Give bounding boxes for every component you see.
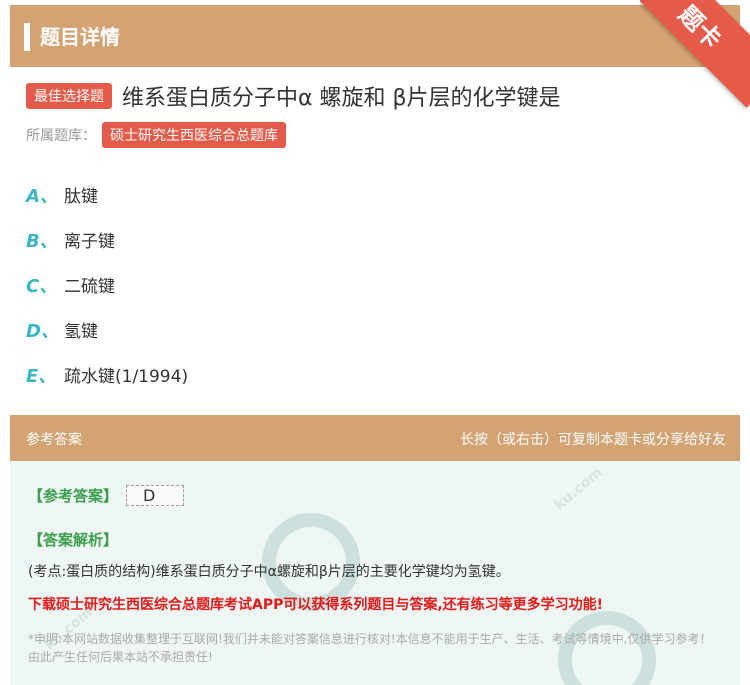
answer-tag: 【参考答案】 (28, 487, 119, 505)
answer-header: 参考答案 长按（或右击）可复制本题卡或分享给好友 (10, 415, 740, 461)
corner-ribbon: 题卡 (640, 0, 750, 108)
option-text: 氢键 (64, 322, 98, 342)
option-b[interactable]: B、 离子键 (26, 217, 188, 262)
answer-section-title: 参考答案 (26, 432, 82, 448)
question-row: 最佳选择题 维系蛋白质分子中α 螺旋和 β片层的化学键是 (26, 80, 561, 112)
page-title: 题目详情 (40, 25, 120, 49)
explanation-text: (考点:蛋白质的结构)维系蛋白质分子中α螺旋和β片层的主要化学键均为氢键。 (28, 564, 510, 580)
option-list: A、 肽键 B、 离子键 C、 二硫键 D、 氢键 E、 疏水键(1/1994) (26, 172, 188, 397)
bank-label: 所属题库： (26, 128, 96, 144)
option-letter: E、 (26, 365, 57, 387)
header-accent-bar (24, 23, 30, 51)
option-a[interactable]: A、 肽键 (26, 172, 188, 217)
question-text: 维系蛋白质分子中α 螺旋和 β片层的化学键是 (122, 86, 561, 111)
question-bank-row: 所属题库： 硕士研究生西医综合总题库 (26, 122, 286, 148)
question-type-badge: 最佳选择题 (26, 83, 112, 109)
share-hint: 长按（或右击）可复制本题卡或分享给好友 (460, 432, 726, 448)
answer-line: 【参考答案】 D (28, 485, 185, 506)
option-c[interactable]: C、 二硫键 (26, 262, 188, 307)
option-letter: C、 (26, 275, 58, 297)
option-letter: A、 (26, 185, 58, 207)
answer-value: D (126, 485, 185, 506)
option-letter: D、 (26, 320, 59, 342)
corner-ribbon-container: 题卡 (640, 0, 750, 110)
app-download-promo[interactable]: 下载硕士研究生西医综合总题库考试APP可以获得系列题目与答案,还有练习等更多学习… (28, 594, 603, 614)
option-text: 离子键 (64, 232, 115, 252)
option-text: 疏水键(1/1994) (64, 367, 189, 387)
option-text: 肽键 (64, 187, 98, 207)
disclaimer-text: *申明:本网站数据收集整理于互联网!我们并未能对答案信息进行核对!本信息不能用于… (28, 632, 712, 664)
watermark-mark: ku.com (551, 464, 606, 514)
option-d[interactable]: D、 氢键 (26, 307, 188, 352)
option-text: 二硫键 (64, 277, 115, 297)
page-header: 题目详情 (10, 5, 740, 67)
bank-link[interactable]: 硕士研究生西医综合总题库 (102, 122, 286, 148)
option-letter: B、 (26, 230, 58, 252)
answer-body: ku.com ku.com 【参考答案】 D 【答案解析】 (考点:蛋白质的结构… (10, 461, 740, 685)
option-e[interactable]: E、 疏水键(1/1994) (26, 352, 188, 397)
explanation-tag: 【答案解析】 (28, 531, 119, 549)
